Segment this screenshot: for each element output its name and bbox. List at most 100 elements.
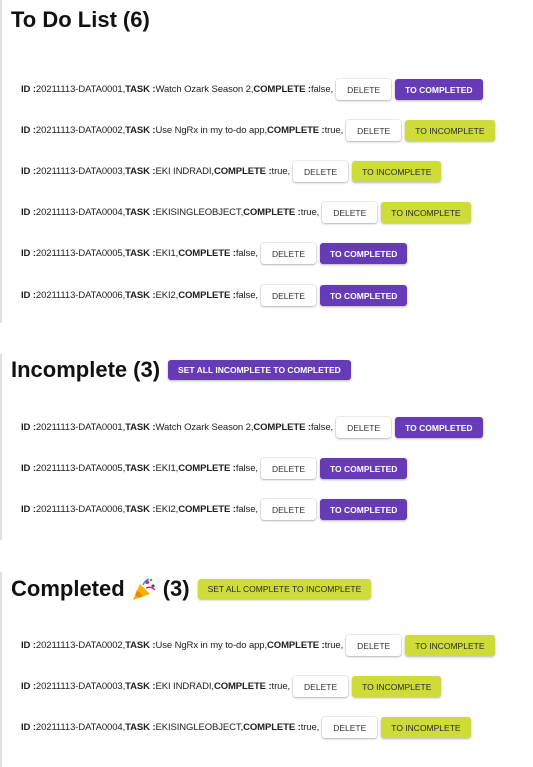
to-incomplete-button[interactable]: TO INCOMPLETE	[381, 202, 471, 223]
id-label: ID :	[21, 640, 36, 651]
item-task: Watch Ozark Season 2,	[155, 84, 254, 95]
delete-button[interactable]: DELETE	[260, 243, 317, 264]
item-task: Use NgRx in my to-do app,	[155, 640, 268, 651]
list-item: ID :20211113-DATA0003,TASK :EKI INDRADI,…	[21, 161, 442, 182]
to-incomplete-button[interactable]: TO INCOMPLETE	[405, 635, 495, 656]
item-id: 20211113-DATA0004,	[35, 722, 126, 733]
item-task: Use NgRx in my to-do app,	[155, 125, 268, 136]
delete-button[interactable]: DELETE	[293, 676, 349, 697]
item-complete: false,	[235, 290, 258, 301]
id-label: ID :	[21, 722, 36, 733]
item-id: 20211113-DATA0001,	[35, 84, 126, 95]
item-text: ID :20211113-DATA0001,TASK :Watch Ozark …	[21, 422, 333, 433]
to-completed-button[interactable]: TO COMPLETED	[320, 243, 408, 264]
complete-label: COMPLETE :	[253, 422, 311, 433]
complete-label: COMPLETE :	[253, 84, 311, 95]
item-text: ID :20211113-DATA0004,TASK :EKISINGLEOBJ…	[21, 722, 319, 733]
task-label: TASK :	[125, 422, 156, 433]
task-label: TASK :	[125, 248, 156, 259]
list-item: ID :20211113-DATA0006,TASK :EKI2,COMPLET…	[21, 285, 408, 306]
list-item: ID :20211113-DATA0004,TASK :EKISINGLEOBJ…	[21, 717, 471, 738]
delete-button[interactable]: DELETE	[260, 285, 317, 306]
incomplete-heading: Incomplete (3) SET ALL INCOMPLETE TO COMP…	[11, 357, 351, 383]
item-id: 20211113-DATA0006,	[35, 290, 126, 301]
id-label: ID :	[21, 504, 36, 515]
to-incomplete-button[interactable]: TO INCOMPLETE	[405, 120, 495, 141]
to-incomplete-button[interactable]: TO INCOMPLETE	[381, 717, 471, 738]
item-complete: false,	[310, 84, 334, 95]
item-complete: true,	[271, 681, 291, 692]
completed-heading: Completed (3) SET ALL COMPLETE TO INCOMP…	[11, 576, 372, 602]
todo-heading: To Do List (6)	[11, 7, 150, 33]
delete-button[interactable]: DELETE	[346, 120, 402, 141]
item-id: 20211113-DATA0004,	[35, 207, 126, 218]
delete-button[interactable]: DELETE	[260, 499, 317, 520]
id-label: ID :	[21, 84, 36, 95]
complete-label: COMPLETE :	[267, 125, 325, 136]
complete-label: COMPLETE :	[243, 207, 301, 218]
delete-button[interactable]: DELETE	[346, 635, 402, 656]
to-incomplete-button[interactable]: TO INCOMPLETE	[352, 676, 442, 697]
item-task: EKISINGLEOBJECT,	[155, 207, 244, 218]
item-id: 20211113-DATA0002,	[35, 125, 126, 136]
item-complete: false,	[235, 248, 258, 259]
set-all-incomplete-to-completed-button[interactable]: SET ALL INCOMPLETE TO COMPLETED	[168, 360, 351, 380]
id-label: ID :	[21, 463, 36, 474]
id-label: ID :	[21, 681, 36, 692]
to-incomplete-button[interactable]: TO INCOMPLETE	[352, 161, 442, 182]
delete-button[interactable]: DELETE	[293, 161, 349, 182]
list-item: ID :20211113-DATA0005,TASK :EKI1,COMPLET…	[21, 243, 408, 264]
task-label: TASK :	[125, 207, 156, 218]
item-text: ID :20211113-DATA0006,TASK :EKI2,COMPLET…	[21, 504, 258, 515]
task-label: TASK :	[125, 125, 156, 136]
item-complete: false,	[310, 422, 334, 433]
item-text: ID :20211113-DATA0002,TASK :Use NgRx in …	[21, 640, 343, 651]
item-id: 20211113-DATA0006,	[35, 504, 126, 515]
delete-button[interactable]: DELETE	[336, 417, 392, 438]
to-completed-button[interactable]: TO COMPLETED	[395, 79, 483, 100]
complete-label: COMPLETE :	[178, 504, 236, 515]
task-label: TASK :	[125, 290, 156, 301]
incomplete-title: Incomplete	[11, 357, 128, 382]
item-task: EKISINGLEOBJECT,	[155, 722, 244, 733]
list-item: ID :20211113-DATA0002,TASK :Use NgRx in …	[21, 120, 495, 141]
item-text: ID :20211113-DATA0006,TASK :EKI2,COMPLET…	[21, 290, 258, 301]
item-task: EKI1,	[155, 248, 179, 259]
delete-button[interactable]: DELETE	[322, 717, 378, 738]
id-label: ID :	[21, 422, 36, 433]
item-text: ID :20211113-DATA0003,TASK :EKI INDRADI,…	[21, 166, 290, 177]
section-edge-todo	[0, 0, 2, 323]
to-completed-button[interactable]: TO COMPLETED	[320, 285, 408, 306]
list-item: ID :20211113-DATA0001,TASK :Watch Ozark …	[21, 417, 483, 438]
to-completed-button[interactable]: TO COMPLETED	[395, 417, 483, 438]
party-popper-icon	[131, 577, 157, 601]
delete-button[interactable]: DELETE	[322, 202, 378, 223]
delete-button[interactable]: DELETE	[260, 458, 317, 479]
task-label: TASK :	[125, 504, 156, 515]
id-label: ID :	[21, 290, 36, 301]
id-label: ID :	[21, 125, 36, 136]
item-complete: true,	[300, 207, 320, 218]
delete-button[interactable]: DELETE	[336, 79, 392, 100]
item-task: EKI INDRADI,	[155, 166, 214, 177]
item-task: EKI INDRADI,	[155, 681, 214, 692]
list-item: ID :20211113-DATA0002,TASK :Use NgRx in …	[21, 635, 495, 656]
item-id: 20211113-DATA0003,	[35, 166, 126, 177]
to-completed-button[interactable]: TO COMPLETED	[320, 499, 408, 520]
to-completed-button[interactable]: TO COMPLETED	[320, 458, 408, 479]
list-item: ID :20211113-DATA0001,TASK :Watch Ozark …	[21, 79, 483, 100]
todo-title: To Do List	[11, 7, 117, 32]
item-text: ID :20211113-DATA0004,TASK :EKISINGLEOBJ…	[21, 207, 319, 218]
item-id: 20211113-DATA0002,	[35, 640, 126, 651]
task-label: TASK :	[125, 166, 156, 177]
task-label: TASK :	[125, 640, 156, 651]
list-item: ID :20211113-DATA0005,TASK :EKI1,COMPLET…	[21, 458, 408, 479]
item-id: 20211113-DATA0001,	[35, 422, 126, 433]
task-label: TASK :	[125, 681, 156, 692]
item-text: ID :20211113-DATA0005,TASK :EKI1,COMPLET…	[21, 463, 258, 474]
set-all-complete-to-incomplete-button[interactable]: SET ALL COMPLETE TO INCOMPLETE	[197, 579, 372, 599]
id-label: ID :	[21, 207, 36, 218]
id-label: ID :	[21, 248, 36, 259]
item-complete: true,	[324, 640, 344, 651]
complete-label: COMPLETE :	[178, 248, 236, 259]
